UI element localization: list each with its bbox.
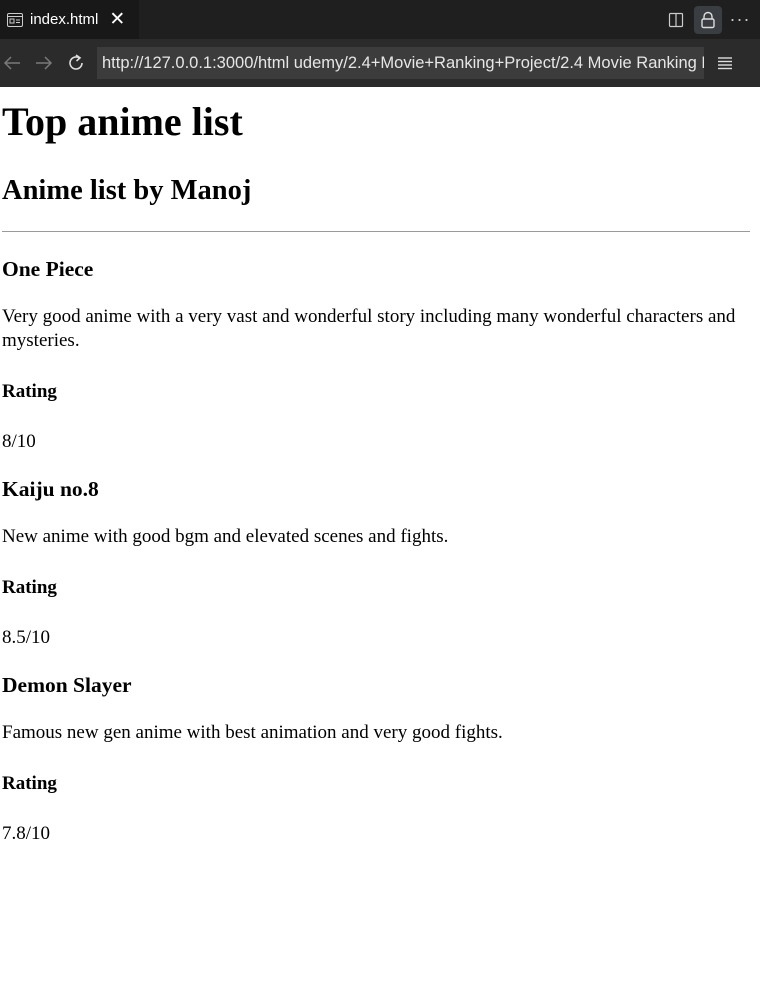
rating-value: 8.5/10 bbox=[2, 627, 51, 648]
anime-description: Very good anime with a very vast and won… bbox=[2, 306, 736, 351]
browser-tab-bar: index.html ✕ ··· bbox=[0, 0, 760, 39]
divider bbox=[2, 231, 750, 232]
menu-icon[interactable] bbox=[714, 51, 736, 75]
page-content: Top anime list Anime list by Manoj One P… bbox=[0, 99, 760, 846]
reload-icon[interactable] bbox=[64, 51, 88, 75]
browser-nav-bar: http://127.0.0.1:3000/html udemy/2.4+Mov… bbox=[0, 39, 760, 87]
split-editor-icon[interactable] bbox=[662, 6, 690, 34]
anime-title: Demon Slayer bbox=[2, 673, 132, 697]
rating-label: Rating bbox=[2, 381, 57, 402]
anime-description: Famous new gen anime with best animation… bbox=[2, 722, 503, 743]
anime-entry: Kaiju no.8 New anime with good bgm and e… bbox=[2, 476, 758, 650]
back-arrow-icon[interactable] bbox=[0, 51, 24, 75]
anime-entry: Demon Slayer Famous new gen anime with b… bbox=[2, 672, 758, 846]
page-subtitle: Anime list by Manoj bbox=[2, 175, 252, 206]
more-actions-icon[interactable]: ··· bbox=[726, 6, 754, 34]
rating-value: 8/10 bbox=[2, 431, 36, 452]
browser-tab[interactable]: index.html ✕ bbox=[0, 0, 139, 39]
close-icon[interactable]: ✕ bbox=[109, 10, 125, 29]
anime-description: New anime with good bgm and elevated sce… bbox=[2, 526, 449, 547]
url-bar[interactable]: http://127.0.0.1:3000/html udemy/2.4+Mov… bbox=[97, 47, 704, 79]
tab-actions: ··· bbox=[658, 0, 760, 39]
rating-label: Rating bbox=[2, 773, 57, 794]
rating-label: Rating bbox=[2, 577, 57, 598]
page-title: Top anime list bbox=[2, 99, 243, 144]
anime-title: Kaiju no.8 bbox=[2, 477, 99, 501]
anime-entry: One Piece Very good anime with a very va… bbox=[2, 256, 758, 454]
forward-arrow-icon[interactable] bbox=[32, 51, 56, 75]
preview-icon bbox=[6, 11, 23, 28]
rating-value: 7.8/10 bbox=[2, 823, 51, 844]
tab-title: index.html bbox=[30, 11, 99, 28]
anime-title: One Piece bbox=[2, 257, 94, 281]
lock-icon[interactable] bbox=[694, 5, 722, 34]
